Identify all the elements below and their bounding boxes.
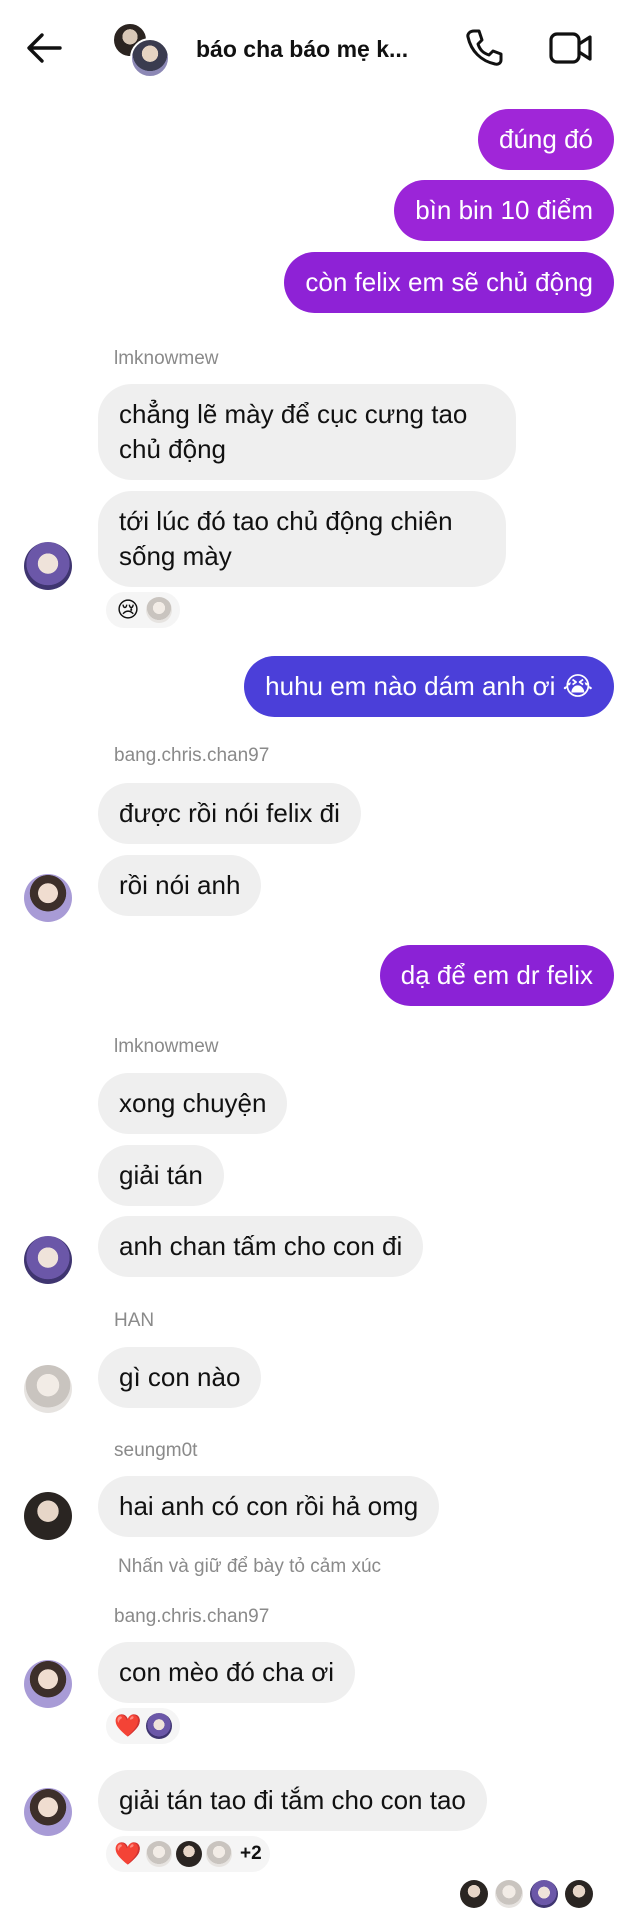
reactor-avatar	[206, 1841, 232, 1867]
sender-name: lmknowmew	[114, 348, 219, 369]
message-bubble-incoming[interactable]: xong chuyện	[98, 1073, 288, 1134]
reactor-avatar	[146, 1713, 172, 1739]
reactions-bar[interactable]: 😢	[104, 590, 182, 630]
message-bubble-incoming[interactable]: rồi nói anh	[98, 855, 262, 916]
message-bubble-incoming[interactable]: con mèo đó cha ơi	[98, 1642, 356, 1703]
video-camera-icon[interactable]	[548, 28, 594, 68]
reactions-bar[interactable]: ❤️ +2	[104, 1834, 272, 1874]
message-bubble-incoming[interactable]: giải tán	[98, 1145, 224, 1206]
message-bubble-incoming[interactable]: được rồi nói felix đi	[98, 783, 361, 844]
avatar[interactable]	[24, 1365, 72, 1413]
message-bubble-incoming[interactable]: gì con nào	[98, 1347, 262, 1408]
message-bubble-outgoing[interactable]: bìn bin 10 điểm	[394, 180, 614, 241]
sender-name: seungm0t	[114, 1440, 198, 1461]
avatar[interactable]	[24, 1788, 72, 1836]
avatar	[130, 38, 170, 78]
more-reactors-count: +2	[240, 1843, 262, 1864]
sender-name: bang.chris.chan97	[114, 1606, 270, 1627]
reactor-avatar	[176, 1841, 202, 1867]
reaction-hint: Nhấn và giữ để bày tỏ cảm xúc	[118, 1556, 382, 1577]
seen-by-avatar	[460, 1880, 488, 1908]
message-bubble-incoming[interactable]: chẳng lẽ mày để cục cưng tao chủ động	[98, 384, 516, 480]
crying-face-emoji: 😢	[116, 597, 140, 622]
heart-emoji: ❤️	[114, 1841, 142, 1866]
back-arrow-icon[interactable]	[22, 26, 66, 70]
avatar[interactable]	[24, 874, 72, 922]
message-bubble-outgoing[interactable]: dạ để em dr felix	[379, 945, 614, 1006]
avatar[interactable]	[24, 1492, 72, 1540]
message-bubble-incoming[interactable]: giải tán tao đi tắm cho con tao	[98, 1770, 487, 1831]
seen-by-avatar	[530, 1880, 558, 1908]
seen-by-avatar	[565, 1880, 593, 1908]
chat-header: báo cha báo mẹ k...	[0, 0, 627, 100]
heart-emoji: ❤️	[114, 1713, 142, 1738]
avatar[interactable]	[24, 1236, 72, 1284]
sender-name: HAN	[114, 1310, 155, 1331]
message-bubble-incoming[interactable]: tới lúc đó tao chủ động chiên sống mày	[98, 491, 506, 587]
message-bubble-outgoing[interactable]: đúng đó	[478, 109, 614, 170]
phone-icon[interactable]	[462, 26, 506, 70]
group-avatar[interactable]	[112, 22, 170, 78]
avatar[interactable]	[24, 542, 72, 590]
message-bubble-incoming[interactable]: hai anh có con rồi hả omg	[98, 1476, 440, 1537]
seen-by-avatar	[495, 1880, 523, 1908]
reactor-avatar	[146, 1841, 172, 1867]
avatar[interactable]	[24, 1660, 72, 1708]
sender-name: bang.chris.chan97	[114, 745, 270, 766]
message-bubble-incoming[interactable]: anh chan tấm cho con đi	[98, 1216, 424, 1277]
reactor-avatar	[146, 597, 172, 623]
message-bubble-outgoing[interactable]: huhu em nào dám anh ơi 😭	[244, 656, 614, 717]
chat-title[interactable]: báo cha báo mẹ k...	[196, 36, 408, 63]
message-bubble-outgoing[interactable]: còn felix em sẽ chủ động	[284, 252, 614, 313]
reactions-bar[interactable]: ❤️	[104, 1706, 182, 1746]
sender-name: lmknowmew	[114, 1036, 219, 1057]
